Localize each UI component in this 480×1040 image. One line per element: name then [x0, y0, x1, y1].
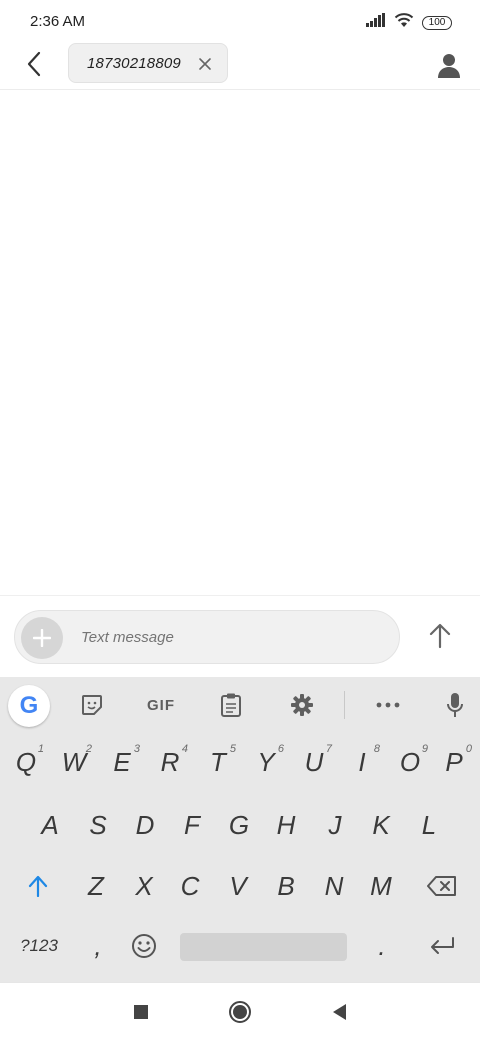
key-j[interactable]: J [311, 798, 359, 852]
key-w[interactable]: W2 [50, 735, 98, 789]
navigation-bar [0, 982, 480, 1040]
sticker-icon [82, 695, 102, 715]
emoji-key[interactable] [120, 919, 168, 973]
settings-button[interactable] [288, 691, 316, 719]
message-input[interactable] [81, 611, 381, 665]
key-v[interactable]: V [214, 859, 262, 913]
gear-icon [291, 694, 313, 716]
keyboard-toolbar: G GIF [0, 677, 480, 732]
add-attachment-button[interactable] [21, 617, 63, 659]
key-d[interactable]: D [121, 798, 169, 852]
back-button[interactable] [20, 50, 48, 78]
clipboard-icon [221, 693, 241, 717]
key-c[interactable]: C [166, 859, 214, 913]
plus-icon [33, 629, 51, 647]
emoji-icon [132, 934, 156, 958]
key-q[interactable]: Q1 [2, 735, 50, 789]
key-e[interactable]: E3 [98, 735, 146, 789]
google-search-button[interactable]: G [8, 685, 50, 727]
recipient-number: 18730218809 [87, 54, 181, 72]
key-h[interactable]: H [262, 798, 310, 852]
more-button[interactable] [374, 691, 402, 719]
google-icon: G [19, 692, 39, 719]
backspace-icon [427, 876, 456, 896]
backspace-key[interactable] [418, 859, 466, 913]
compose-bar [0, 595, 480, 677]
send-button[interactable] [426, 622, 454, 650]
symbols-key[interactable]: ?123 [12, 919, 66, 973]
back-nav-button[interactable] [326, 999, 352, 1025]
recipient-chip[interactable]: 18730218809 [68, 43, 228, 83]
status-bar: 2:36 AM 100 [0, 0, 480, 42]
key-n[interactable]: N [310, 859, 358, 913]
toolbar-divider [344, 691, 345, 719]
space-key[interactable] [180, 933, 347, 961]
enter-icon [431, 937, 454, 954]
key-f[interactable]: F [168, 798, 216, 852]
arrow-up-icon [429, 623, 451, 649]
voice-input-button[interactable] [444, 691, 466, 719]
key-t[interactable]: T5 [194, 735, 242, 789]
shift-key[interactable] [14, 859, 62, 913]
comma-key[interactable]: , [74, 919, 122, 973]
gif-button[interactable]: GIF [140, 691, 182, 719]
more-horizontal-icon [376, 702, 400, 708]
period-key[interactable]: . [358, 919, 406, 973]
key-s[interactable]: S [74, 798, 122, 852]
wifi-icon [394, 12, 414, 33]
battery-icon: 100 [422, 15, 452, 30]
recents-button[interactable] [128, 999, 154, 1025]
sticker-button[interactable] [78, 691, 106, 719]
key-o[interactable]: O9 [386, 735, 434, 789]
status-icons: 100 [366, 12, 452, 33]
key-p[interactable]: P0 [430, 735, 478, 789]
gif-label: GIF [147, 696, 175, 714]
triangle-back-icon [333, 1004, 346, 1020]
square-icon [134, 1005, 148, 1019]
clipboard-button[interactable] [218, 691, 244, 719]
key-i[interactable]: I8 [338, 735, 386, 789]
message-list[interactable] [0, 91, 480, 595]
chevron-left-icon [27, 51, 41, 77]
key-k[interactable]: K [357, 798, 405, 852]
contact-button[interactable] [434, 50, 464, 80]
home-circle-icon [229, 1001, 251, 1023]
shift-arrow-icon [28, 875, 48, 897]
key-z[interactable]: Z [72, 859, 120, 913]
signal-icon [366, 13, 386, 32]
microphone-icon [447, 693, 463, 717]
key-r[interactable]: R4 [146, 735, 194, 789]
key-m[interactable]: M [357, 859, 405, 913]
key-x[interactable]: X [120, 859, 168, 913]
key-b[interactable]: B [262, 859, 310, 913]
enter-key[interactable] [418, 919, 466, 973]
keyboard: G GIF Q 1 W 2 E 3 R 4 T 5 Y 6 U 7 I 8 O … [0, 677, 480, 982]
key-a[interactable]: A [26, 798, 74, 852]
key-u[interactable]: U7 [290, 735, 338, 789]
close-icon[interactable] [197, 56, 213, 72]
key-l[interactable]: L [405, 798, 453, 852]
conversation-header: 18730218809 [0, 42, 480, 90]
status-time: 2:36 AM [30, 13, 86, 30]
compose-field [14, 610, 400, 665]
home-button[interactable] [227, 999, 253, 1025]
person-icon [438, 54, 460, 78]
key-y[interactable]: Y6 [242, 735, 290, 789]
key-g[interactable]: G [215, 798, 263, 852]
